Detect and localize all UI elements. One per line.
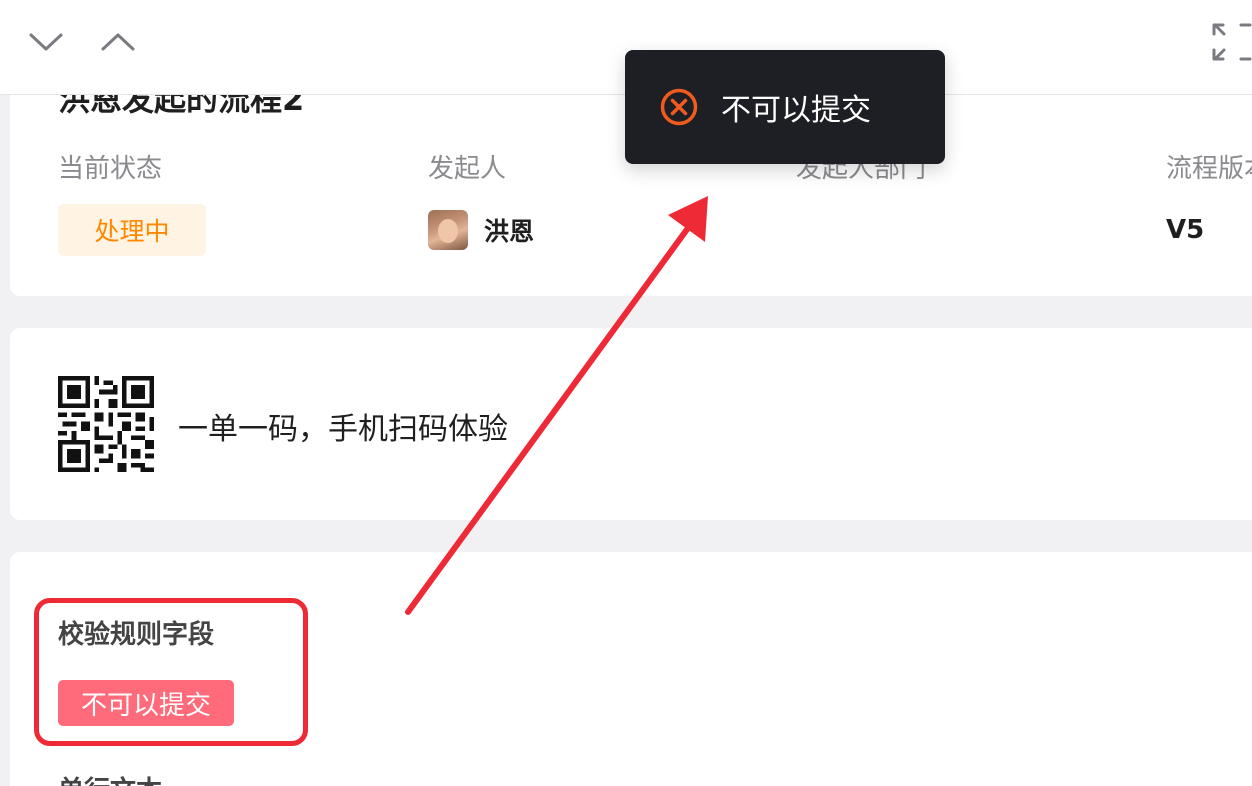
status-badge: 处理中 [58, 204, 206, 256]
initiator-name: 洪恩 [484, 217, 535, 246]
expand-icon [1212, 23, 1252, 61]
annotation-highlight-box [34, 598, 308, 746]
fullscreen-button[interactable] [1212, 22, 1252, 62]
qr-card: 一单一码，手机扫码体验 [10, 328, 1252, 520]
toast-message: 不可以提交 [721, 93, 871, 128]
status-label: 当前状态 [58, 154, 163, 184]
chevron-down-icon [29, 33, 63, 51]
qr-code[interactable] [58, 376, 154, 472]
initiator[interactable]: 洪恩 [428, 208, 534, 252]
version-value: V5 [1166, 215, 1205, 245]
single-line-text-label: 单行文本 [58, 770, 162, 786]
avatar[interactable] [428, 210, 468, 250]
next-record-button[interactable] [24, 22, 68, 62]
error-toast: 不可以提交 [625, 50, 945, 164]
page: 洪恩发起的流程2 当前状态 发起人 发起人部门 流程版本 处理中 洪恩 V5 [0, 0, 1252, 786]
chevron-up-icon [101, 33, 135, 51]
qr-hint-text: 一单一码，手机扫码体验 [178, 412, 508, 447]
close-circle-icon [660, 88, 698, 126]
version-label: 流程版本 [1166, 154, 1252, 184]
initiator-label: 发起人 [428, 154, 507, 184]
prev-record-button[interactable] [96, 22, 140, 62]
